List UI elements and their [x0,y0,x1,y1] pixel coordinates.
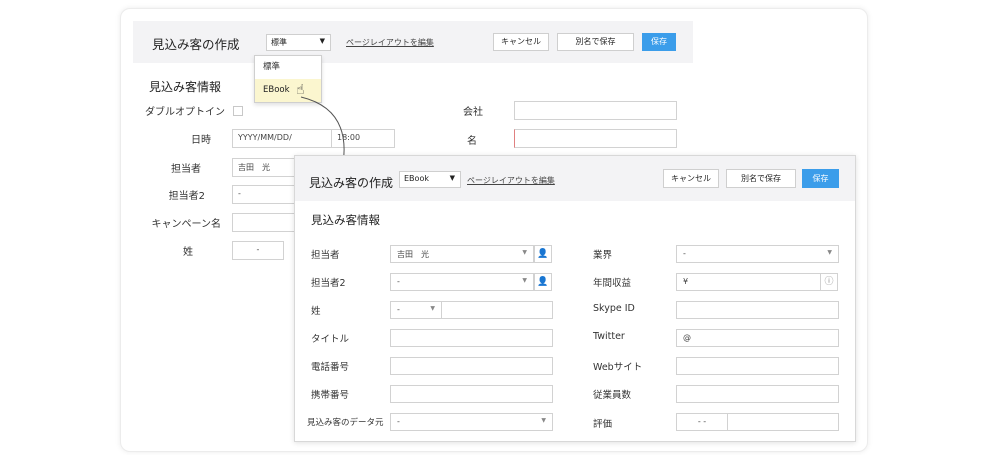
fg-label-rating: 評価 [593,419,613,430]
fg-label-mobile: 携帯番号 [311,390,350,401]
fg-label-lead-source: 見込み客のデータ元 [307,418,384,428]
fg-owner-select[interactable]: 吉田 光 ▼ [390,245,534,263]
fg-save-as-button[interactable]: 別名で保存 [726,169,796,188]
fg-industry-select[interactable]: - ▼ [676,245,839,263]
caret-down-icon: ▼ [541,417,546,424]
fg-page-title: 見込み客の作成 [309,176,394,190]
fg-layout-select[interactable]: EBook ▼ [399,171,461,188]
fg-save-button[interactable]: 保存 [802,169,839,188]
caret-down-icon: ▼ [449,174,455,182]
fg-phone-input[interactable] [390,357,553,375]
ebook-layout-panel: 見込み客の作成 EBook ▼ ページレイアウトを編集 キャンセル 別名で保存 … [294,155,856,442]
fg-industry-value: - [683,249,686,258]
fg-section-title: 見込み客情報 [311,213,380,227]
fg-label-title: タイトル [311,334,350,345]
caret-down-icon: ▼ [827,249,832,256]
fg-layout-select-value: EBook [404,174,429,183]
fg-label-owner2: 担当者2 [311,278,346,289]
fg-rating-value: - - [697,417,707,426]
fg-owner2-value: - [397,277,400,286]
fg-owner2-select[interactable]: - ▼ [390,273,534,291]
fg-label-website: Webサイト [593,362,643,373]
caret-down-icon: ▼ [430,305,435,312]
fg-revenue-input[interactable]: ¥ [676,273,821,291]
fg-label-employees: 従業員数 [593,390,632,401]
user-lookup-icon[interactable]: 👤 [534,273,552,291]
fg-label-owner: 担当者 [311,250,340,261]
caret-down-icon: ▼ [522,249,527,256]
fg-label-twitter: Twitter [593,331,625,342]
fg-rating-select[interactable]: - - [676,413,728,431]
fg-twitter-input[interactable]: @ [676,329,839,347]
fg-last-name-input[interactable] [441,301,553,319]
fg-revenue-prefix: ¥ [683,277,689,286]
fg-lead-source-select[interactable]: - ▼ [390,413,553,431]
fg-last-name-prefix-value: - [397,305,400,314]
fg-owner-value: 吉田 光 [397,250,429,259]
fg-label-revenue: 年間収益 [593,278,632,289]
fg-cancel-button[interactable]: キャンセル [663,169,719,188]
fg-label-phone: 電話番号 [311,362,350,373]
fg-twitter-prefix: @ [683,333,691,342]
fg-rating-input[interactable] [727,413,839,431]
user-lookup-icon[interactable]: 👤 [534,245,552,263]
fg-label-skype: Skype ID [593,303,635,314]
fg-label-industry: 業界 [593,250,613,261]
fg-mobile-input[interactable] [390,385,553,403]
fg-employees-input[interactable] [676,385,839,403]
fg-skype-input[interactable] [676,301,839,319]
fg-label-last-name: 姓 [311,306,321,317]
screenshot-card: 見込み客の作成 標準 ▼ ページレイアウトを編集 キャンセル 別名で保存 保存 … [120,8,868,452]
fg-website-input[interactable] [676,357,839,375]
fg-form-header: 見込み客の作成 EBook ▼ ページレイアウトを編集 キャンセル 別名で保存 … [295,156,855,201]
fg-edit-layout-link[interactable]: ページレイアウトを編集 [467,175,555,186]
caret-down-icon: ▼ [522,277,527,284]
info-icon[interactable]: ⓘ [820,273,838,291]
fg-lead-source-value: - [397,417,400,426]
fg-title-input[interactable] [390,329,553,347]
fg-last-name-prefix-select[interactable]: - ▼ [390,301,442,319]
